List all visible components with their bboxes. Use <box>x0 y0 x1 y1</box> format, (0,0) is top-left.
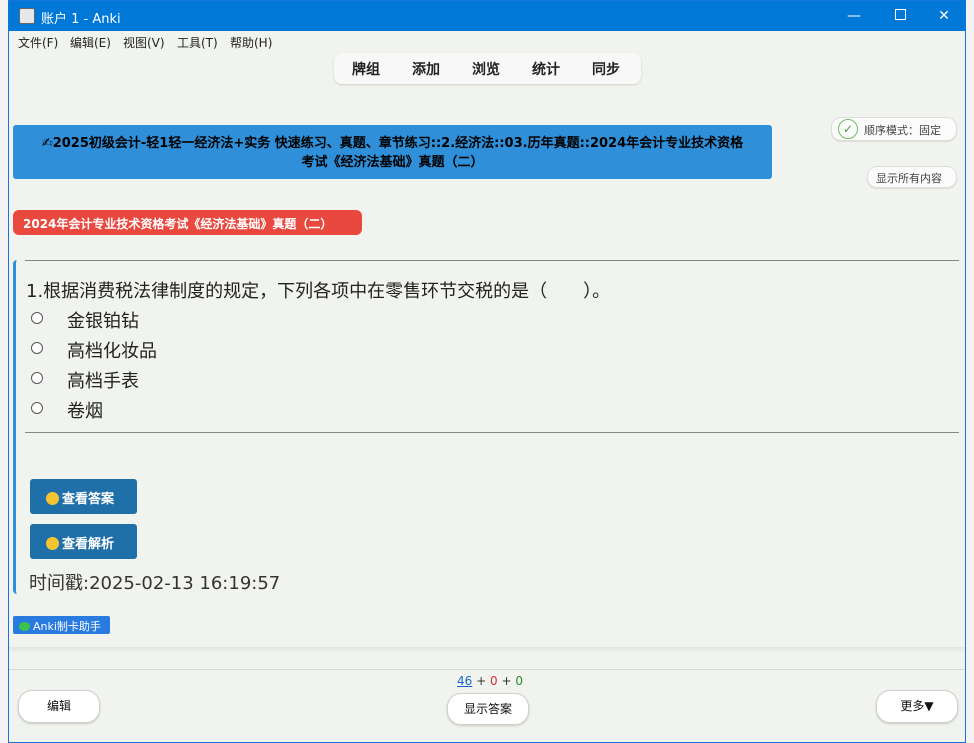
show-answer-button[interactable]: 显示答案 <box>447 693 529 725</box>
title-bar[interactable]: 账户 1 - Anki — ✕ <box>9 1 965 31</box>
exam-tag: 2024年会计专业技术资格考试《经济法基础》真题（二） <box>13 210 362 235</box>
anki-app-icon <box>19 8 35 24</box>
radio-button[interactable] <box>31 342 43 354</box>
emoji-face-icon <box>46 492 59 505</box>
question-card <box>13 260 961 594</box>
deck-path-line2: 考试《经济法基础》真题（二） <box>301 155 484 170</box>
window-title: 账户 1 - Anki <box>41 12 121 27</box>
content-bottom-shadow <box>9 647 965 653</box>
background-window-right <box>966 0 974 743</box>
wechat-icon <box>19 622 30 631</box>
question-text: 1.根据消费税法律制度的规定，下列各项中在零售环节交税的是（ ）。 <box>26 281 611 302</box>
menu-view[interactable]: 视图(V) <box>123 34 165 51</box>
show-all-button[interactable]: 显示所有内容 <box>867 166 957 188</box>
menu-help[interactable]: 帮助(H) <box>230 34 272 51</box>
anki-helper-badge[interactable]: Anki制卡助手 <box>13 616 110 634</box>
due-counts: 46 + 0 + 0 <box>457 674 523 688</box>
option-label: 高档手表 <box>67 371 139 392</box>
maximize-icon <box>894 9 906 20</box>
option-label: 高档化妆品 <box>67 341 157 362</box>
deck-path-line1: ✍2025初级会计-轻1轻一经济法+实务 快速练习、真题、章节练习::2.经济法… <box>41 136 744 151</box>
more-button[interactable]: 更多▼ <box>876 690 958 723</box>
background-window-left <box>0 0 8 743</box>
option-label: 金银铂钻 <box>67 311 139 332</box>
review-count: 0 <box>515 674 523 688</box>
radio-button[interactable] <box>31 402 43 414</box>
close-button[interactable]: ✕ <box>921 1 965 31</box>
plus-sign: + <box>476 674 487 688</box>
check-circle-icon: ✓ <box>838 119 858 139</box>
radio-button[interactable] <box>31 312 43 324</box>
new-count[interactable]: 46 <box>457 674 472 688</box>
menu-tools[interactable]: 工具(T) <box>177 34 218 51</box>
toolbar-add[interactable]: 添加 <box>412 59 440 79</box>
minimize-button[interactable]: — <box>831 1 877 31</box>
plus-sign: + <box>501 674 512 688</box>
view-analysis-button[interactable]: 查看解析 <box>30 524 137 559</box>
show-all-label: 显示所有内容 <box>876 172 942 185</box>
view-answer-button[interactable]: 查看答案 <box>30 479 137 514</box>
menu-edit[interactable]: 编辑(E) <box>70 34 111 51</box>
radio-button[interactable] <box>31 372 43 384</box>
maximize-button[interactable] <box>877 1 923 31</box>
view-analysis-label: 查看解析 <box>62 537 115 552</box>
toolbar-decks[interactable]: 牌组 <box>352 59 380 79</box>
timestamp: 时间戳:2025-02-13 16:19:57 <box>29 573 281 594</box>
divider-top <box>25 260 959 261</box>
view-answer-label: 查看答案 <box>62 492 115 507</box>
toolbar-stats[interactable]: 统计 <box>532 59 560 79</box>
anki-window: 账户 1 - Anki — ✕ 文件(F) 编辑(E) 视图(V) 工具(T) … <box>8 0 966 743</box>
order-mode-label: 顺序模式：固定 <box>864 124 941 137</box>
emoji-thinking-icon <box>46 537 59 550</box>
toolbar-sync[interactable]: 同步 <box>592 59 620 79</box>
option-label: 卷烟 <box>67 401 103 422</box>
badge-label: Anki制卡助手 <box>33 620 101 633</box>
deck-path-header: ✍2025初级会计-轻1轻一经济法+实务 快速练习、真题、章节练习::2.经济法… <box>13 125 772 179</box>
learn-count: 0 <box>490 674 498 688</box>
order-mode-toggle[interactable]: ✓ 顺序模式：固定 <box>831 117 957 141</box>
divider-bottom <box>25 432 959 433</box>
toolbar-browse[interactable]: 浏览 <box>472 59 500 79</box>
edit-button[interactable]: 编辑 <box>18 690 100 723</box>
menu-bar: 文件(F) 编辑(E) 视图(V) 工具(T) 帮助(H) <box>9 31 965 51</box>
menu-file[interactable]: 文件(F) <box>18 34 58 51</box>
main-toolbar: 牌组 添加 浏览 统计 同步 <box>334 53 641 84</box>
